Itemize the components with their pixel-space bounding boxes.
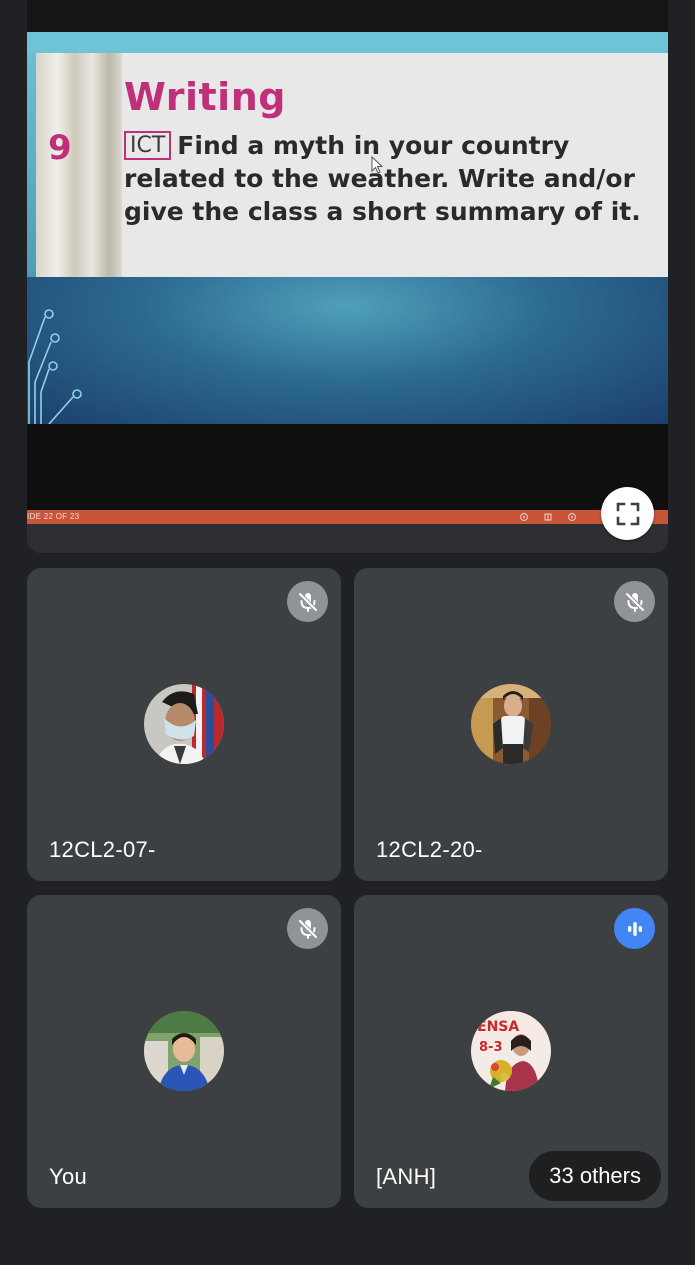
others-count-chip[interactable]: 33 others — [529, 1151, 661, 1201]
fullscreen-button[interactable] — [601, 487, 654, 540]
slide-letterbox — [27, 424, 668, 510]
next-slide-icon[interactable] — [568, 513, 576, 521]
presentation-tile[interactable]: Writing 9 ICT Find a myth in your country… — [27, 0, 668, 553]
participant-name: [ANH] — [376, 1164, 437, 1189]
participant-name: 12CL2-07- — [49, 837, 156, 862]
mic-off-icon — [297, 918, 318, 939]
slide-progress-bar: IDE 22 OF 23 — [27, 510, 668, 524]
slide-heading: Writing — [124, 75, 286, 119]
slide-instruction: Find a myth in your country related to t… — [124, 131, 641, 226]
mic-off-indicator — [287, 581, 328, 622]
mouse-pointer-icon — [371, 156, 383, 174]
ict-badge: ICT — [124, 131, 172, 160]
mic-off-icon — [297, 591, 318, 612]
participant-name: 12CL2-20- — [376, 837, 483, 862]
avatar — [144, 684, 224, 764]
mic-off-icon — [624, 591, 645, 612]
fullscreen-icon — [616, 502, 639, 525]
audio-level-icon — [627, 921, 642, 936]
slide-content-panel: Writing 9 ICT Find a myth in your country… — [36, 53, 668, 277]
avatar — [471, 684, 551, 764]
previous-slide-icon[interactable] — [520, 513, 528, 521]
slide-gradient-background — [27, 277, 668, 424]
mic-off-indicator — [614, 581, 655, 622]
participant-tile-self[interactable]: You — [27, 895, 341, 1208]
participant-tile[interactable]: 12CL2-07- — [27, 568, 341, 881]
slide-counter: IDE 22 OF 23 — [27, 512, 80, 521]
svg-text:8-3: 8-3 — [479, 1040, 503, 1055]
slide-menu-icon[interactable] — [544, 513, 552, 521]
slide-top-strip — [27, 32, 668, 53]
mic-off-indicator — [287, 908, 328, 949]
shared-slide: Writing 9 ICT Find a myth in your country… — [27, 32, 668, 424]
avatar — [144, 1011, 224, 1091]
participant-name: You — [49, 1164, 88, 1189]
participant-tile[interactable]: 12CL2-20- — [354, 568, 668, 881]
svg-text:ENSA: ENSA — [477, 1019, 519, 1035]
participant-tile[interactable]: ENSA 8-3 [ANH] 33 others — [354, 895, 668, 1208]
slide-body-text: ICT Find a myth in your country related t… — [124, 129, 664, 228]
circuit-decoration — [28, 309, 82, 424]
avatar: ENSA 8-3 — [471, 1011, 551, 1091]
speaking-indicator — [614, 908, 655, 949]
slide-exercise-number: 9 — [48, 128, 72, 168]
presentation-top-bar — [27, 0, 668, 32]
